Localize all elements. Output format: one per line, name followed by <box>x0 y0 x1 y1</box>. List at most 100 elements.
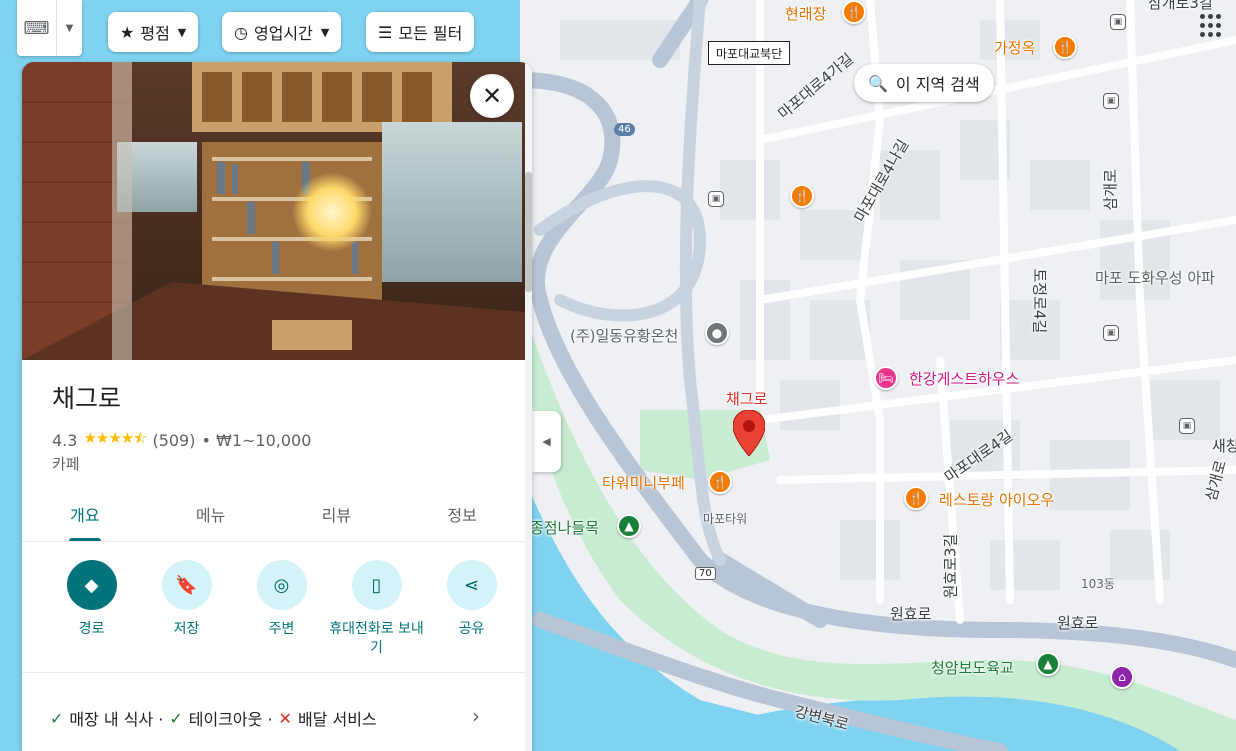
directions-button[interactable]: ◆ 경로 <box>44 560 139 658</box>
map-label-mapo-bridge[interactable]: 마포대교북단 <box>708 41 791 65</box>
poi-gajeongok-label[interactable]: 가정옥 <box>994 37 1035 58</box>
hours-filter-chip[interactable]: ◷ 영업시간 ▼ <box>222 12 342 52</box>
building-label-103[interactable]: 103동 <box>1081 575 1115 592</box>
service-options[interactable]: ✓ 매장 내 식사 · ✓ 테이크아웃 · ✕ 배달 서비스 <box>50 706 377 730</box>
poi-cheongam-label[interactable]: 청암보도육교 <box>931 657 1014 678</box>
chevron-left-icon: ◀ <box>542 435 551 448</box>
nearby-label: 주변 <box>268 621 295 637</box>
save-label: 저장 <box>173 621 200 637</box>
send-to-phone-label: 휴대전화로 보내기 <box>329 621 424 656</box>
search-this-area-label: 이 지역 검색 <box>895 75 980 94</box>
place-category[interactable]: 카페 <box>52 453 80 474</box>
keyboard-icon[interactable]: ⌨ <box>17 0 57 56</box>
bus-stop-icon[interactable]: ▣ <box>1103 93 1119 109</box>
place-title: 채그로 <box>52 384 122 413</box>
chevron-right-icon[interactable]: › <box>472 704 480 728</box>
takeout-option: 테이크아웃 · <box>188 710 273 729</box>
bus-stop-icon[interactable]: ▣ <box>1179 418 1195 434</box>
rating-filter-chip[interactable]: ★ 평점 ▼ <box>108 12 199 52</box>
action-buttons: ◆ 경로 🔖 저장 ◎ 주변 ▯ 휴대전화로 보내기 ⋖ 공유 <box>44 560 514 658</box>
hours-filter-label: 영업시간 <box>253 24 313 43</box>
restaurant-pin-icon[interactable]: 🍴 <box>842 0 866 24</box>
hotel-pin-icon[interactable]: 🛏 <box>874 366 898 390</box>
restaurant-pin-icon[interactable]: 🍴 <box>1053 35 1077 59</box>
review-count[interactable]: (509) <box>152 431 195 450</box>
place-details-panel: ✕ 채그로 4.3 ★★★★⯪ (509) • ₩1~10,000 카페 개요 … <box>22 62 532 751</box>
road-label-wonhyoro3gil: 원효로3길 <box>941 533 960 599</box>
cross-icon: ✕ <box>278 708 292 728</box>
restaurant-pin-icon[interactable]: 🍴 <box>904 486 928 510</box>
building-pin-icon[interactable]: ⌂ <box>1110 665 1134 689</box>
send-to-phone-icon: ▯ <box>351 560 402 610</box>
route-shield-70: 70 <box>695 567 716 580</box>
rating-stars-icon: ★★★★⯪ <box>83 429 147 447</box>
share-button[interactable]: ⋖ 공유 <box>424 560 519 658</box>
bus-stop-icon[interactable]: ▣ <box>708 191 724 207</box>
landmark-pin-icon[interactable]: ● <box>705 321 729 345</box>
tab-reviews[interactable]: 리뷰 <box>274 486 400 541</box>
road-label-sae: 새창로 <box>1212 437 1236 455</box>
panel-scrollbar[interactable] <box>525 62 532 751</box>
place-photo-image <box>22 62 525 360</box>
all-filters-label: 모든 필터 <box>398 24 463 43</box>
restaurant-pin-icon[interactable]: 🍴 <box>708 470 732 494</box>
rating-filter-label: 평점 <box>140 24 170 43</box>
restaurant-pin-icon[interactable]: 🍴 <box>790 184 814 208</box>
selected-place-label[interactable]: 채그로 <box>726 388 767 409</box>
price-range: • ₩1~10,000 <box>201 431 312 450</box>
park-pin-icon[interactable]: ▲ <box>1036 652 1060 676</box>
chevron-down-icon: ▼ <box>320 25 330 39</box>
share-icon: ⋖ <box>446 560 497 610</box>
apps-grid-icon[interactable] <box>1200 14 1224 38</box>
panel-scrollbar-thumb[interactable] <box>525 172 532 292</box>
save-button[interactable]: 🔖 저장 <box>139 560 234 658</box>
selected-place-marker-icon[interactable] <box>733 410 765 456</box>
search-this-area-button[interactable]: 🔍 이 지역 검색 <box>854 64 994 102</box>
bus-stop-icon[interactable]: ▣ <box>1110 14 1126 30</box>
send-to-phone-button[interactable]: ▯ 휴대전화로 보내기 <box>329 560 424 658</box>
section-divider <box>22 672 525 673</box>
dine-in-option: 매장 내 식사 · <box>69 710 164 729</box>
close-panel-button[interactable]: ✕ <box>470 74 514 118</box>
close-icon: ✕ <box>481 82 503 110</box>
collapse-panel-button[interactable]: ◀ <box>532 411 561 472</box>
place-tabs: 개요 메뉴 리뷰 정보 <box>22 486 525 542</box>
delivery-option: 배달 서비스 <box>297 710 377 729</box>
search-icon: 🔍 <box>868 73 888 93</box>
route-shield-46: 46 <box>614 123 635 136</box>
tab-overview[interactable]: 개요 <box>22 486 148 541</box>
rating-row: 4.3 ★★★★⯪ (509) • ₩1~10,000 <box>52 428 311 453</box>
clock-icon: ◷ <box>234 22 248 42</box>
input-tools-button[interactable]: ⌨ ▼ <box>17 0 82 56</box>
place-photo[interactable] <box>22 62 525 360</box>
check-icon: ✓ <box>169 708 183 728</box>
place-label-iltong[interactable]: (주)일동유황온천 <box>570 325 678 346</box>
park-pin-icon[interactable]: ▲ <box>617 514 641 538</box>
poi-restaurant-aio-label[interactable]: 레스토랑 아이오우 <box>939 489 1054 510</box>
poi-guesthouse-label[interactable]: 한강게스트하우스 <box>909 368 1019 389</box>
tab-about[interactable]: 정보 <box>399 486 525 541</box>
check-icon: ✓ <box>50 708 64 728</box>
share-label: 공유 <box>458 621 485 637</box>
place-label-mapo-dohwa[interactable]: 마포 도화우성 아파 <box>1095 267 1215 288</box>
road-label: 삼개로3길 <box>1148 0 1213 12</box>
bookmark-icon: 🔖 <box>161 560 212 610</box>
directions-label: 경로 <box>78 621 105 637</box>
road-label-tojeongro: 토정로4길 <box>1030 268 1049 334</box>
poi-tower-buffet-label[interactable]: 타워미니부페 <box>602 472 685 493</box>
place-label-mapo-tile[interactable]: 마포타워 <box>703 510 747 527</box>
star-icon: ★ <box>120 22 135 42</box>
chevron-down-icon: ▼ <box>177 25 187 39</box>
poi-hyeonraejang-label[interactable]: 현래장 <box>785 3 826 24</box>
road-label-samgaero: 삼개로 <box>1101 169 1120 211</box>
tune-icon: ☰ <box>378 22 393 42</box>
rating-value: 4.3 <box>52 431 78 450</box>
bus-stop-icon[interactable]: ▣ <box>1103 325 1119 341</box>
road-label-wonhyoro: 원효로 <box>890 605 932 623</box>
all-filters-chip[interactable]: ☰ 모든 필터 <box>366 12 475 52</box>
nearby-location-icon: ◎ <box>256 560 307 610</box>
nearby-button[interactable]: ◎ 주변 <box>234 560 329 658</box>
tab-menu[interactable]: 메뉴 <box>148 486 274 541</box>
chevron-down-icon[interactable]: ▼ <box>57 23 82 34</box>
poi-jeomdeul-label[interactable]: 종점나들목 <box>530 517 599 538</box>
